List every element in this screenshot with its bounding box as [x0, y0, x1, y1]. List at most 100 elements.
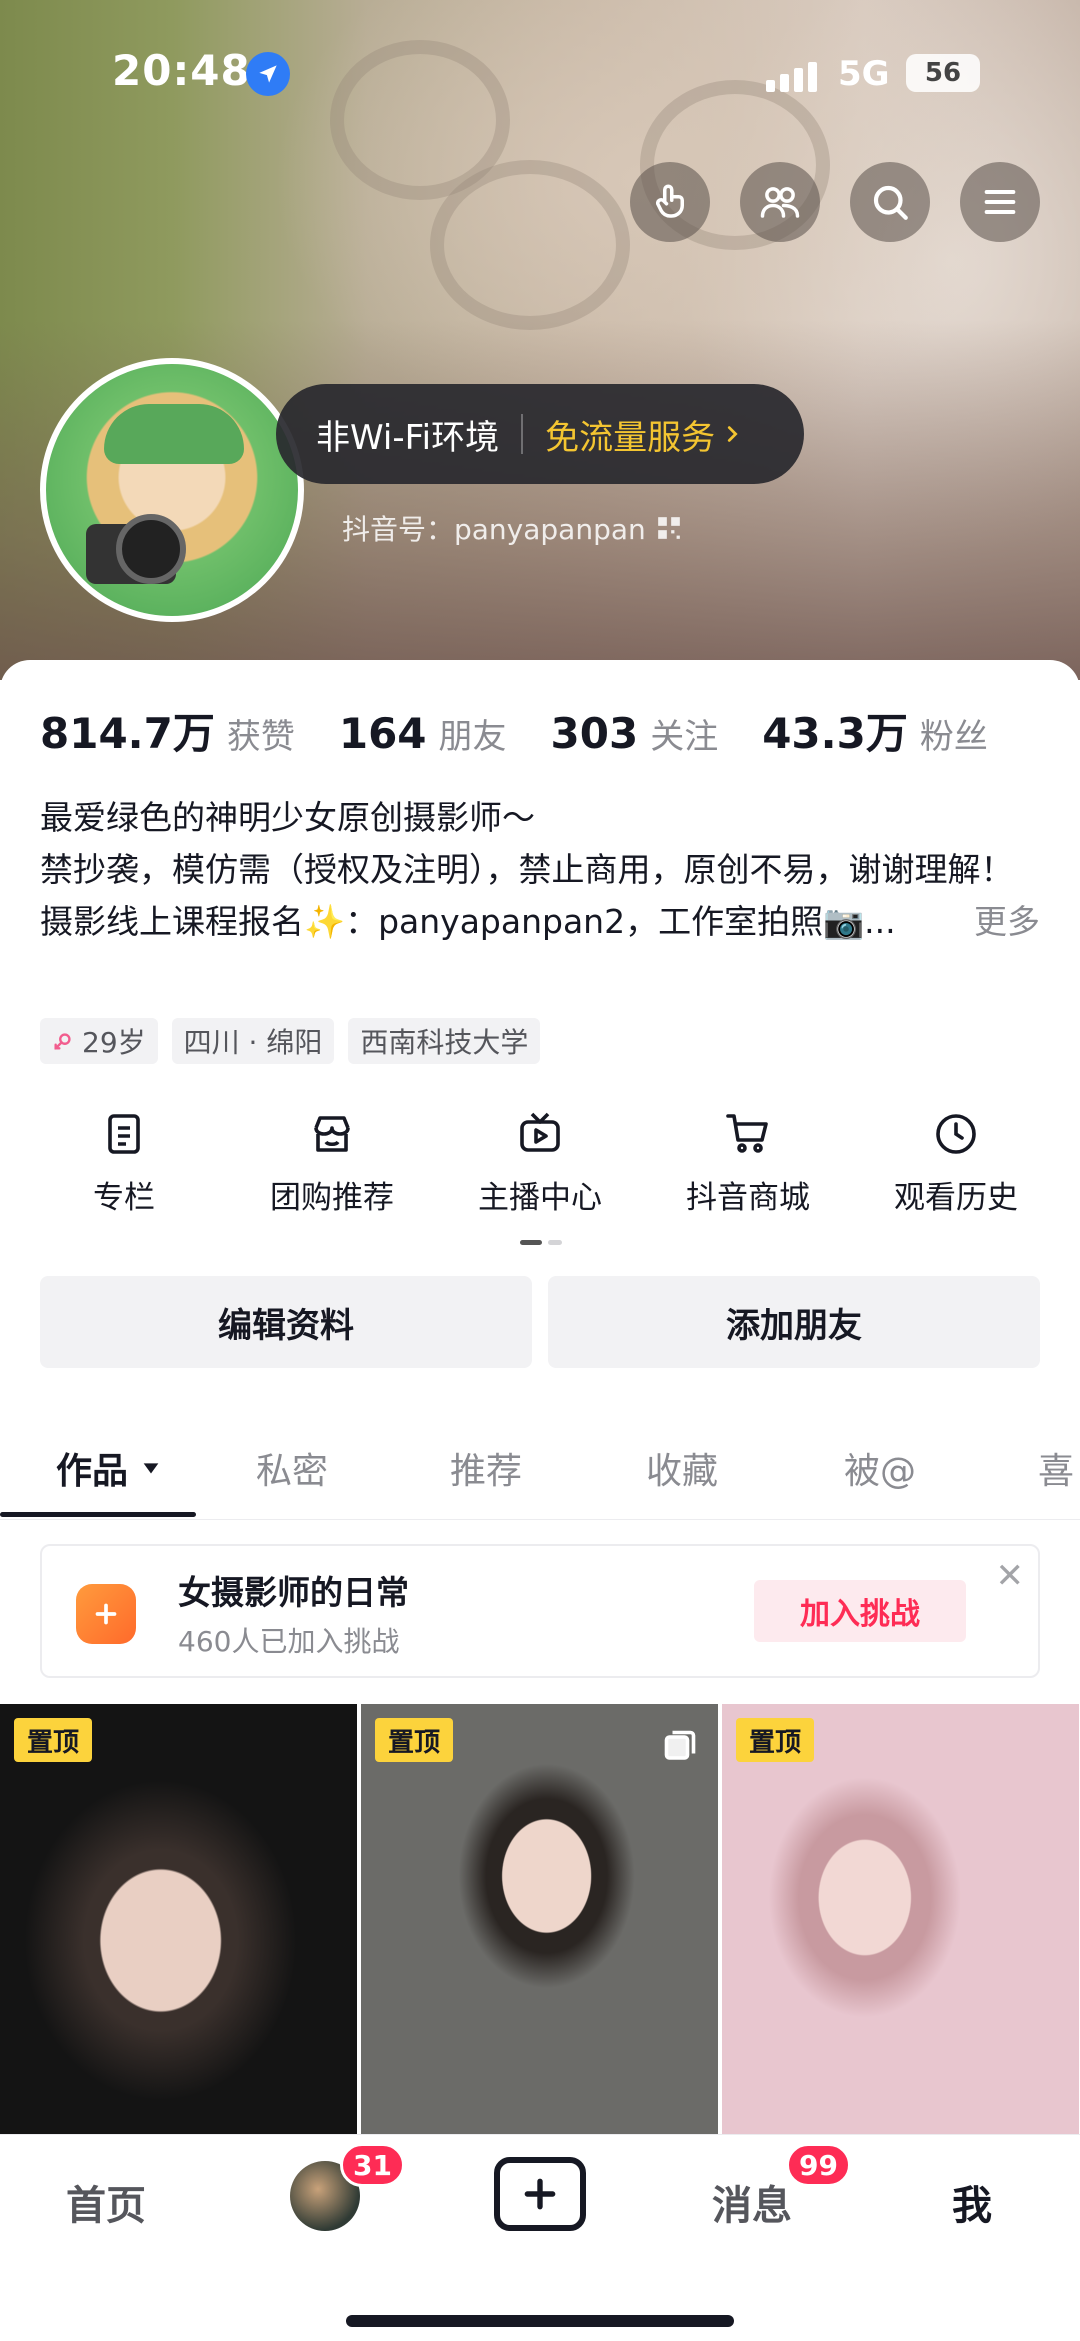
- free-data-service-link[interactable]: 免流量服务: [523, 410, 743, 459]
- nav-home[interactable]: 首页: [66, 2173, 146, 2231]
- signal-icon: [766, 60, 822, 92]
- close-icon[interactable]: ✕: [996, 1556, 1025, 1596]
- shortcut-live-center[interactable]: 主播中心: [436, 1110, 644, 1217]
- bio-more-link[interactable]: 更多: [974, 896, 1040, 948]
- bottom-nav: 首页 31 消息 99 我: [0, 2134, 1080, 2341]
- tab-private[interactable]: 私密: [256, 1442, 328, 1494]
- tab-label: 作品: [56, 1451, 129, 1492]
- network-notice-text: 非Wi-Fi环境: [316, 417, 500, 458]
- shortcut-label: 抖音商城: [686, 1180, 810, 1216]
- bio-line: 最爱绿色的神明少女原创摄影师～: [40, 798, 535, 837]
- challenge-title: 女摄影师的日常: [178, 1573, 409, 1612]
- network-notice-pill[interactable]: 非Wi-Fi环境 免流量服务: [276, 384, 804, 484]
- friends-badge: 31: [340, 2143, 405, 2187]
- works-grid: 置顶 置顶 置顶: [0, 1704, 1080, 2134]
- content-tabs: 作品 私密 推荐 收藏 被@ 喜: [0, 1420, 1080, 1520]
- multi-image-icon: [664, 1730, 696, 1760]
- tab-mentions[interactable]: 被@: [844, 1442, 916, 1494]
- cart-icon: [726, 1114, 768, 1153]
- tag-school: 西南科技大学: [348, 1018, 541, 1064]
- shortcut-page-indicator: [520, 1240, 562, 1245]
- plus-icon: [524, 2178, 556, 2210]
- stat-number: 43.3万: [762, 709, 908, 758]
- stat-likes[interactable]: 814.7万 获赞: [40, 700, 295, 761]
- profile-bio[interactable]: 最爱绿色的神明少女原创摄影师～ 禁抄袭，模仿需（授权及注明），禁止商用，原创不易…: [40, 792, 1040, 948]
- battery-indicator: 56: [906, 54, 980, 92]
- video-thumbnail[interactable]: 置顶: [722, 1704, 1079, 2134]
- stat-number: 814.7万: [40, 709, 215, 758]
- caret-down-icon: [143, 1463, 159, 1474]
- stat-number: 303: [550, 709, 639, 758]
- tag-location: 四川 · 绵阳: [171, 1018, 335, 1064]
- pinned-badge: 置顶: [14, 1718, 92, 1762]
- shortcut-label: 观看历史: [894, 1180, 1018, 1216]
- shortcut-row: 专栏 团购推荐 主播中心 抖音商城 观看历史: [0, 1110, 1080, 1217]
- shortcut-history[interactable]: 观看历史: [852, 1110, 1060, 1217]
- stat-number: 164: [338, 709, 427, 758]
- status-bar: 20:48 5G 56: [0, 0, 1080, 150]
- live-tv-icon: [520, 1112, 560, 1152]
- profile-actions: 编辑资料 添加朋友: [40, 1276, 1040, 1368]
- stat-label: 朋友: [438, 717, 507, 757]
- bio-line: 禁抄袭，模仿需（授权及注明），禁止商用，原创不易，谢谢理解！: [40, 850, 1014, 889]
- video-thumbnail[interactable]: 置顶: [0, 1704, 357, 2134]
- qr-code-icon[interactable]: [656, 515, 682, 541]
- status-time: 20:48: [112, 46, 251, 95]
- challenge-subtitle: 460人已加入挑战: [178, 1625, 400, 1658]
- join-challenge-button[interactable]: 加入挑战: [754, 1580, 966, 1642]
- stat-following[interactable]: 303 关注: [551, 709, 719, 758]
- add-friend-button[interactable]: 添加朋友: [548, 1276, 1040, 1368]
- bio-line: 摄影线上课程报名✨：panyapanpan2，工作室拍照📷...: [40, 902, 896, 941]
- hand-pointer-icon[interactable]: [630, 162, 710, 242]
- create-post-button[interactable]: [494, 2157, 586, 2231]
- shortcut-label: 团购推荐: [270, 1180, 394, 1216]
- pinned-badge: 置顶: [375, 1718, 453, 1762]
- stat-label: 获赞: [226, 717, 295, 757]
- tag-age: 29岁: [40, 1018, 158, 1064]
- chevron-right-icon: [728, 426, 738, 442]
- cover-decoration: [430, 160, 630, 330]
- profile-avatar[interactable]: [40, 358, 304, 622]
- nav-me[interactable]: 我: [952, 2173, 992, 2231]
- stat-followers[interactable]: 43.3万 粉丝: [762, 700, 988, 761]
- column-icon: [108, 1114, 140, 1154]
- shortcut-label: 主播中心: [478, 1180, 602, 1216]
- shortcut-label: 专栏: [93, 1180, 155, 1216]
- tag-age-text: 29岁: [82, 1026, 146, 1059]
- pinned-badge: 置顶: [736, 1718, 814, 1762]
- stat-friends[interactable]: 164 朋友: [339, 709, 507, 758]
- menu-icon[interactable]: [960, 162, 1040, 242]
- avatar-decoration: [104, 404, 244, 464]
- edit-profile-button[interactable]: 编辑资料: [40, 1276, 532, 1368]
- nav-messages[interactable]: 消息: [712, 2173, 792, 2231]
- camera-plus-icon: [76, 1584, 136, 1644]
- search-icon[interactable]: [850, 162, 930, 242]
- female-icon: [54, 1033, 71, 1050]
- shortcut-mall[interactable]: 抖音商城: [644, 1110, 852, 1217]
- messages-badge: 99: [786, 2143, 851, 2187]
- top-action-bar: [630, 162, 1040, 242]
- friends-icon[interactable]: [740, 162, 820, 242]
- tab-likes[interactable]: 喜: [1038, 1442, 1074, 1494]
- douyin-id[interactable]: 抖音号：panyapanpan: [342, 508, 682, 548]
- tab-active-indicator: [0, 1512, 196, 1517]
- tab-favorites[interactable]: 收藏: [646, 1442, 718, 1494]
- shortcut-column[interactable]: 专栏: [20, 1110, 228, 1217]
- douyin-id-text: 抖音号：panyapanpan: [342, 513, 646, 546]
- video-thumbnail[interactable]: 置顶: [361, 1704, 718, 2134]
- shortcut-group-buy[interactable]: 团购推荐: [228, 1110, 436, 1217]
- tab-works[interactable]: 作品: [56, 1442, 162, 1494]
- stats-row: 814.7万 获赞 164 朋友 303 关注 43.3万 粉丝: [40, 700, 988, 761]
- location-arrow-icon: [246, 52, 290, 96]
- profile-tags: 29岁 四川 · 绵阳 西南科技大学: [40, 1018, 541, 1064]
- avatar-decoration: [116, 514, 186, 584]
- challenge-card[interactable]: 女摄影师的日常 460人已加入挑战 加入挑战 ✕: [40, 1544, 1040, 1678]
- stat-label: 关注: [650, 717, 719, 757]
- tab-recommend[interactable]: 推荐: [450, 1442, 522, 1494]
- group-buy-icon: [314, 1116, 350, 1152]
- stat-label: 粉丝: [919, 717, 988, 757]
- network-type: 5G: [838, 54, 890, 94]
- profile-card: 814.7万 获赞 164 朋友 303 关注 43.3万 粉丝 最爱绿色的神明…: [0, 660, 1080, 2180]
- free-data-service-label: 免流量服务: [545, 417, 716, 458]
- home-indicator: [346, 2315, 734, 2327]
